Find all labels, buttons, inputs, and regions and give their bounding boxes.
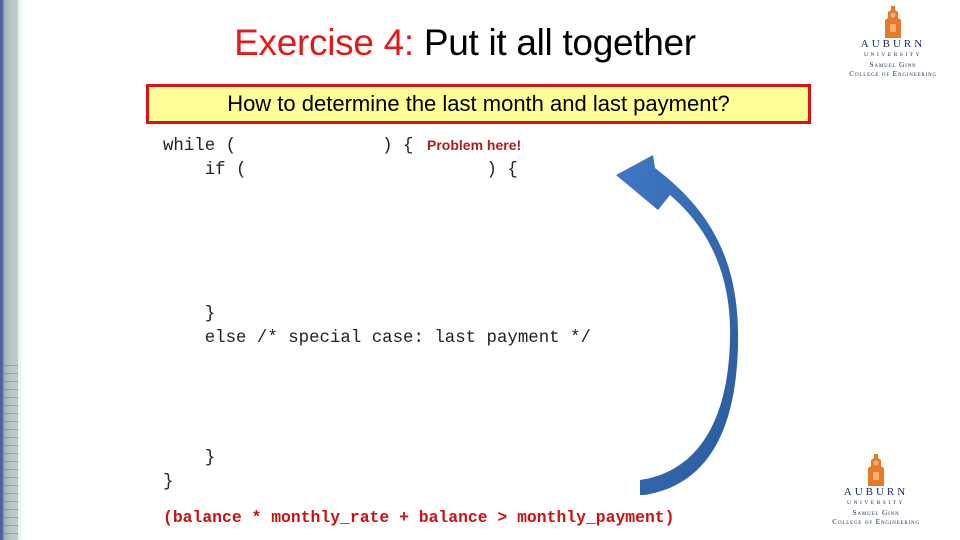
slide-title: Exercise 4: Put it all together [0, 18, 930, 68]
curved-arrow-icon [616, 155, 739, 495]
auburn-logo-top: AUBURN UNIVERSITY Samuel Ginn College of… [828, 4, 958, 78]
slide-side-bar [0, 0, 18, 540]
question-text: How to determine the last month and last… [227, 91, 730, 116]
arrow-body [616, 155, 739, 495]
code-line-else: else /* special case: last payment */ [163, 329, 591, 348]
loop-condition: (balance * monthly_rate + balance > mont… [163, 508, 675, 527]
tower-icon [885, 6, 901, 38]
code-line-while-close: } [163, 473, 174, 492]
code-line-if-close: } [163, 305, 216, 324]
logo-college-line2: College of Engineering [849, 69, 937, 78]
side-bar-stripes [3, 365, 18, 540]
logo-name: AUBURN [860, 38, 926, 50]
logo-subtitle: UNIVERSITY [864, 52, 922, 58]
problem-annotation: Problem here! [427, 137, 522, 153]
question-box: How to determine the last month and last… [146, 84, 811, 124]
logo-name: AUBURN [843, 486, 909, 498]
code-line-if: if ( ) { [163, 161, 518, 180]
title-accent: Exercise 4: [234, 22, 414, 63]
logo-subtitle: UNIVERSITY [847, 500, 905, 506]
logo-college-line1: Samuel Ginn [869, 60, 917, 69]
logo-college-line2: College of Engineering [832, 517, 920, 526]
code-line-while: while ( ) { [163, 137, 414, 156]
auburn-logo-bottom: AUBURN UNIVERSITY Samuel Ginn College of… [811, 452, 941, 526]
title-rest: Put it all together [413, 22, 696, 63]
side-bar-fade [18, 0, 24, 540]
code-line-else-close: } [163, 449, 216, 468]
tower-icon [868, 454, 884, 486]
logo-college-line1: Samuel Ginn [852, 508, 900, 517]
